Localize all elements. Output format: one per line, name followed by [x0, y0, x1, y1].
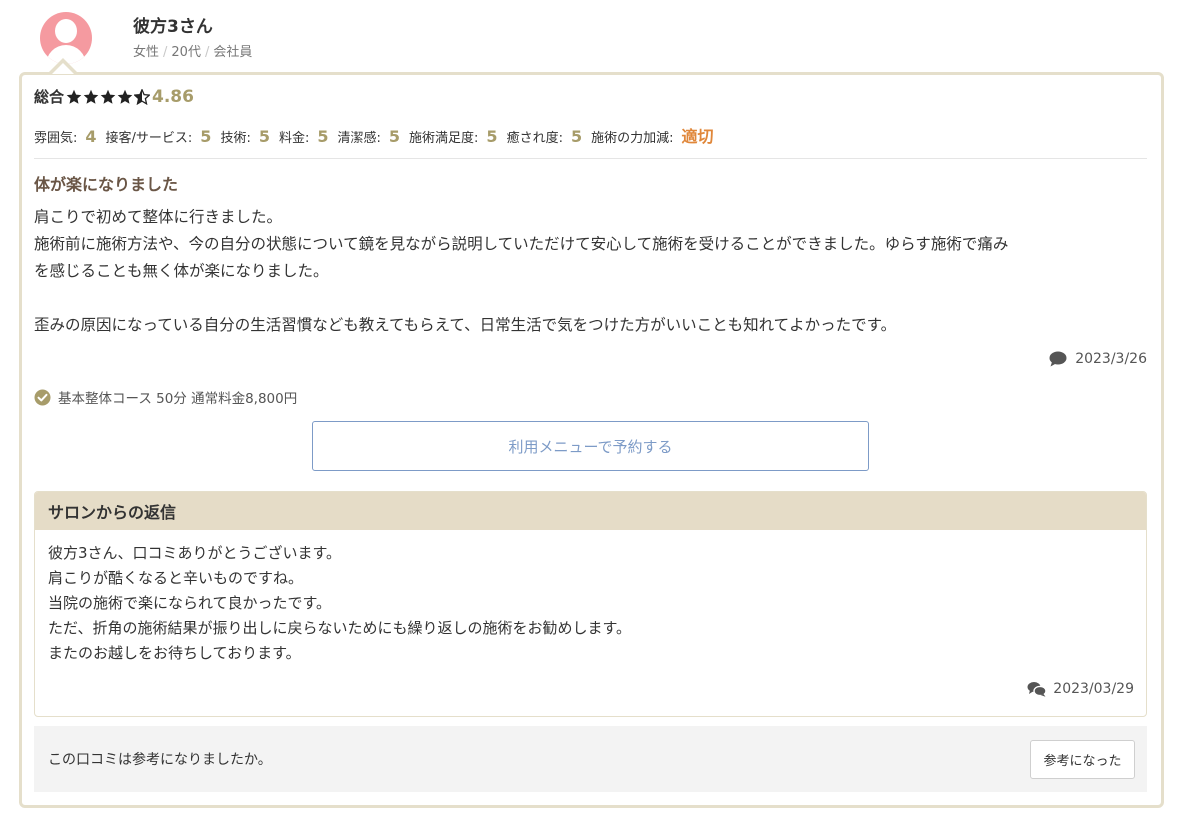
reviewer-occupation: 会社員: [213, 45, 253, 60]
review-body-line: を感じることも無く体が楽になりました。: [34, 262, 329, 280]
salon-reply: サロンからの返信 彼方3さん、口コミありがとうございます。 肩こりが酷くなると辛…: [34, 491, 1147, 717]
sub-rating-value: 5: [388, 127, 401, 146]
check-circle-icon: [34, 389, 51, 405]
sub-rating: 癒され度: 5: [507, 127, 583, 146]
sub-rating-value: 適切: [681, 127, 714, 146]
divider: [34, 158, 1147, 159]
rating-stars: [66, 88, 151, 105]
sub-rating-label: 癒され度:: [506, 131, 563, 146]
sub-rating: 施術の力加減: 適切: [591, 123, 713, 147]
reply-body-line: またのお越しをお待ちしております。: [48, 644, 301, 662]
reply-body-line: ただ、折角の施術結果が振り出しに戻らないためにも繰り返しの施術をお勧めします。: [48, 619, 632, 637]
meta-separator: /: [204, 45, 210, 60]
sub-rating-value: 5: [200, 127, 212, 146]
avatar-head-shape: [55, 19, 77, 43]
reply-body-line: 肩こりが酷くなると辛いものですね。: [48, 569, 304, 587]
sub-rating-label: 技術:: [220, 131, 251, 146]
speech-bubble-icon: [1049, 351, 1067, 367]
sub-rating-value: 5: [258, 127, 270, 146]
course-info: 基本整体コース 50分 通常料金8,800円: [34, 387, 297, 407]
review-body: 肩こりで初めて整体に行きました。 施術前に施術方法や、今の自分の状態について鏡を…: [34, 204, 1147, 339]
sub-rating-label: 料金:: [278, 131, 310, 146]
sub-rating-value: 5: [570, 127, 583, 146]
star-full-icon: [83, 89, 99, 104]
sub-rating: 雰囲気: 4: [34, 127, 97, 146]
sub-rating: 技術: 5: [220, 127, 270, 146]
star-full-icon: [66, 89, 82, 104]
meta-separator: /: [163, 45, 168, 60]
helpful-question: この口コミは参考になりましたか。: [48, 752, 272, 768]
sub-rating-value: 5: [486, 127, 498, 146]
review-date: 2023/3/26: [1049, 351, 1147, 367]
review-date-text: 2023/3/26: [1075, 351, 1147, 367]
sub-rating-label: 施術の力加減:: [591, 131, 674, 146]
review-body-line: 施術前に施術方法や、今の自分の状態について鏡を見ながら説明していただけて安心して…: [34, 235, 1009, 253]
reply-date-text: 2023/03/29: [1053, 681, 1134, 697]
double-speech-bubble-icon: [1027, 682, 1047, 697]
sub-rating-value: 4: [85, 127, 97, 146]
review-body-line: 肩こりで初めて整体に行きました。: [34, 208, 283, 226]
reply-date: 2023/03/29: [1027, 681, 1134, 697]
reviewer-age: 20代: [171, 45, 201, 60]
avatar: [40, 12, 92, 64]
review-title: 体が楽になりました: [34, 175, 179, 194]
reviewer-gender: 女性: [133, 45, 160, 60]
review-body-line: 歪みの原因になっている自分の生活習慣なども教えてもらえて、日常生活で気をつけた方…: [34, 316, 897, 334]
star-half-icon: [134, 88, 151, 105]
sub-rating-label: 雰囲気:: [34, 131, 78, 146]
sub-rating: 料金: 5: [279, 127, 329, 146]
sub-ratings: 雰囲気: 4 接客/サービス: 5 技術: 5 料金: 5 清潔感: 5 施術満足度: 5 癒され度: 5…: [34, 123, 723, 147]
reply-body-line: 当院の施術で楽になられて良かったです。: [48, 594, 332, 612]
sub-rating-label: 施術満足度:: [409, 131, 479, 146]
reply-body-line: 彼方3さん、口コミありがとうございます。: [48, 544, 342, 562]
sub-rating-label: 接客/サービス:: [105, 131, 193, 146]
book-with-menu-button[interactable]: 利用メニューで予約する: [312, 421, 869, 471]
course-text: 基本整体コース 50分 通常料金8,800円: [58, 391, 298, 407]
sub-rating-value: 5: [317, 127, 329, 146]
helpful-section: この口コミは参考になりましたか。 参考になった: [34, 726, 1147, 792]
reviewer-name: 彼方3さん: [133, 17, 213, 37]
helpful-button[interactable]: 参考になった: [1030, 740, 1135, 779]
sub-rating: 接客/サービス: 5: [106, 127, 212, 146]
card-pointer: [52, 63, 74, 74]
star-full-icon: [117, 89, 133, 104]
overall-rating: 総合 4.86: [34, 86, 194, 107]
reply-body: 彼方3さん、口コミありがとうございます。 肩こりが酷くなると辛いものですね。 当…: [48, 541, 631, 666]
overall-score: 4.86: [152, 86, 194, 107]
reviewer-meta: 女性/20代 / 会社員: [133, 41, 252, 60]
overall-label: 総合: [34, 88, 65, 106]
sub-rating: 施術満足度: 5: [409, 127, 498, 146]
star-full-icon: [100, 89, 116, 104]
sub-rating: 清潔感: 5: [338, 127, 401, 146]
sub-rating-label: 清潔感:: [337, 131, 381, 146]
reply-header: サロンからの返信: [35, 492, 1146, 530]
